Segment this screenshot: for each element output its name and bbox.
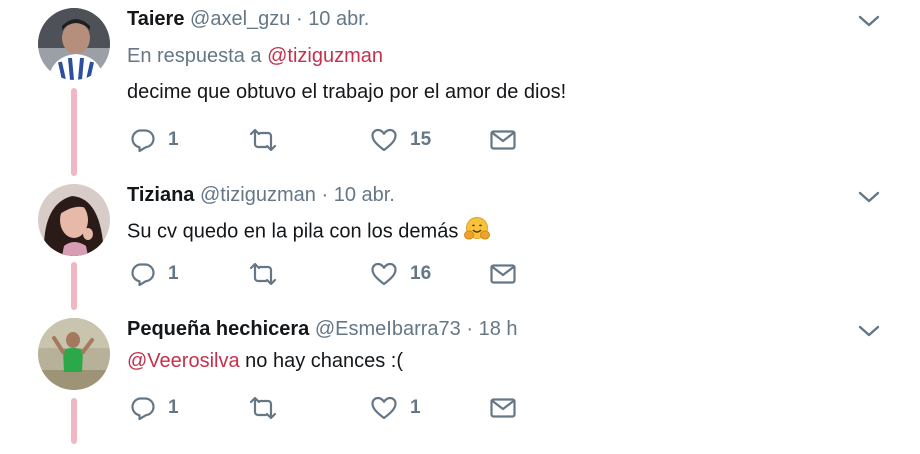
chevron-down-icon[interactable] (856, 188, 882, 206)
timestamp[interactable]: 10 abr. (308, 8, 369, 30)
direct-message-icon (489, 396, 517, 420)
tweet-text-row: @Veerosilva no hay chances :( (127, 350, 403, 373)
direct-message-button[interactable] (489, 259, 517, 289)
tweet[interactable]: Taiere @axel_gzu · 10 abr. En respuesta … (0, 0, 920, 176)
direct-message-button[interactable] (489, 125, 517, 155)
tweet-actions: 1 15 (130, 125, 530, 155)
like-icon (370, 395, 398, 421)
retweet-icon (247, 261, 279, 287)
direct-message-icon (489, 128, 517, 152)
reply-count: 1 (168, 397, 179, 418)
like-count: 15 (410, 129, 432, 150)
reply-button[interactable]: 1 (130, 125, 179, 155)
like-count: 1 (410, 397, 421, 418)
author-handle[interactable]: @EsmeIbarra73 (315, 318, 461, 340)
separator: · (295, 8, 303, 30)
tweet-text: Su cv quedo en la pila con los demás (127, 220, 459, 243)
avatar[interactable] (38, 318, 110, 390)
hugging-face-emoji (464, 216, 491, 248)
direct-message-icon (489, 262, 517, 286)
like-icon (370, 261, 398, 287)
mention-link[interactable]: @tiziguzman (267, 45, 383, 67)
retweet-icon (247, 127, 279, 153)
author-name[interactable]: Pequeña hechicera (127, 318, 309, 340)
reply-button[interactable]: 1 (130, 259, 179, 289)
separator: · (321, 184, 329, 206)
like-count: 16 (410, 263, 432, 284)
reply-button[interactable]: 1 (130, 393, 179, 423)
reply-icon (130, 261, 156, 287)
retweet-button[interactable] (247, 125, 291, 155)
reply-context: En respuesta a @tiziguzman (127, 45, 383, 68)
retweet-icon (247, 395, 279, 421)
reply-count: 1 (168, 129, 179, 150)
timestamp[interactable]: 10 abr. (334, 184, 395, 206)
timestamp[interactable]: 18 h (479, 318, 518, 340)
tweet-text: decime que obtuvo el trabajo por el amor… (127, 81, 567, 103)
author-name[interactable]: Taiere (127, 8, 184, 30)
reply-icon (130, 395, 156, 421)
like-button[interactable]: 16 (370, 259, 431, 289)
tweet-text: no hay chances :( (245, 350, 404, 372)
reply-prefix: En respuesta a (127, 45, 262, 67)
mention-link[interactable]: @Veerosilva (127, 350, 240, 372)
direct-message-button[interactable] (489, 393, 517, 423)
tweet[interactable]: Pequeña hechicera @EsmeIbarra73 · 18 h @… (0, 310, 920, 444)
author-name[interactable]: Tiziana (127, 184, 194, 206)
like-icon (370, 127, 398, 153)
tweet-actions: 1 16 (130, 259, 530, 289)
author-handle[interactable]: @tiziguzman (200, 184, 316, 206)
like-button[interactable]: 15 (370, 125, 431, 155)
like-button[interactable]: 1 (370, 393, 421, 423)
retweet-button[interactable] (247, 393, 291, 423)
author-handle[interactable]: @axel_gzu (190, 8, 290, 30)
separator: · (466, 318, 474, 340)
tweet-text-row: Su cv quedo en la pila con los demás (127, 216, 491, 248)
tweet[interactable]: Tiziana @tiziguzman · 10 abr. Su cv qued… (0, 176, 920, 310)
reply-icon (130, 127, 156, 153)
tweet-actions: 1 1 (130, 393, 530, 423)
reply-count: 1 (168, 263, 179, 284)
avatar[interactable] (38, 184, 110, 256)
chevron-down-icon[interactable] (856, 322, 882, 340)
retweet-button[interactable] (247, 259, 291, 289)
chevron-down-icon[interactable] (856, 12, 882, 30)
avatar[interactable] (38, 8, 110, 80)
